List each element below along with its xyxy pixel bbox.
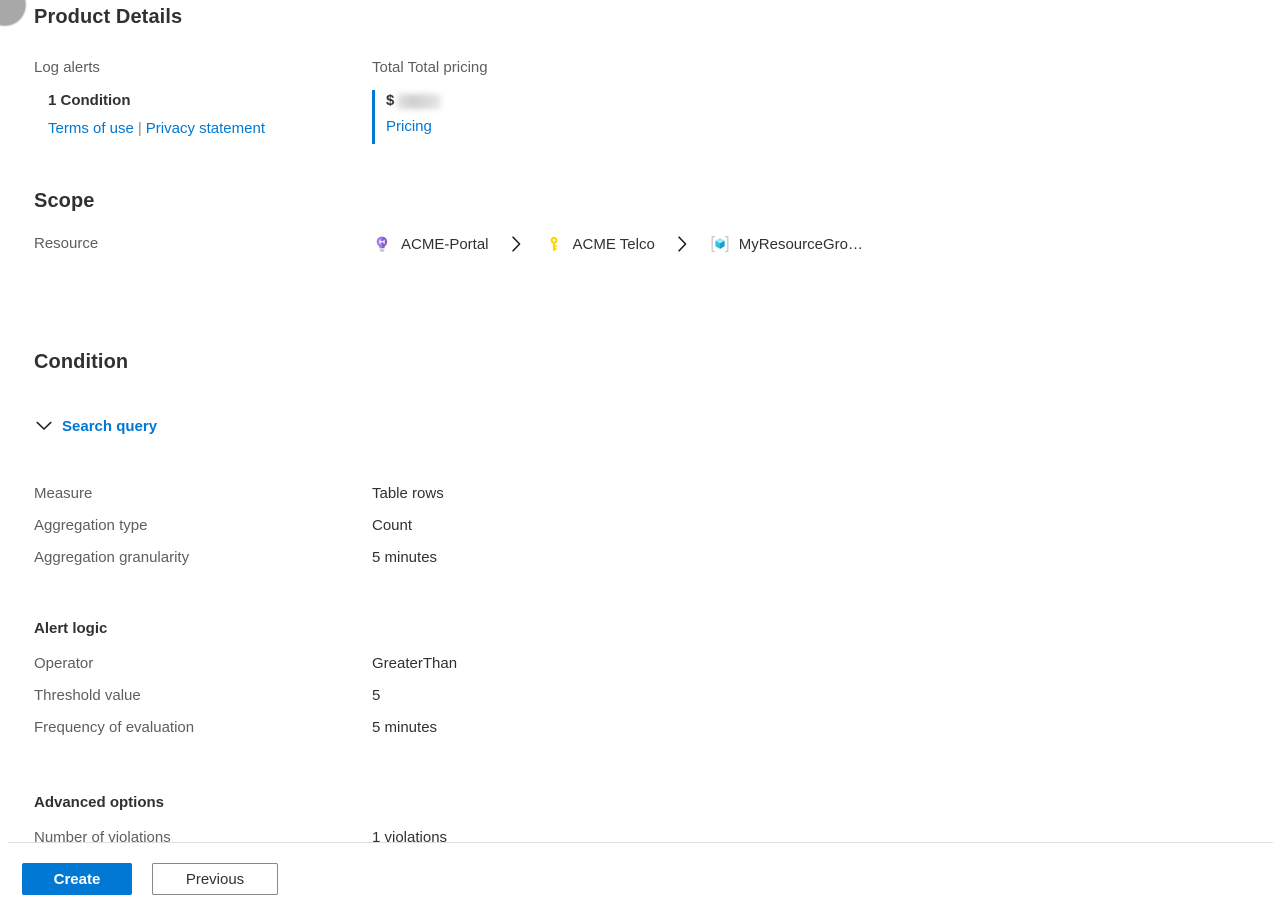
create-button[interactable]: Create — [22, 863, 132, 895]
measure-rows: Measure Table rows Aggregation type Coun… — [34, 478, 1287, 574]
alert-logic-section: Alert logic Operator GreaterThan Thresho… — [34, 620, 1287, 744]
row-label: Threshold value — [34, 687, 141, 704]
pricing-box: $ Pricing — [372, 90, 488, 144]
breadcrumb-item-tenant[interactable]: ACME-Portal — [372, 234, 489, 254]
row-value: 5 minutes — [372, 549, 438, 566]
row-label: Aggregation granularity — [34, 549, 190, 566]
breadcrumb-label-subscription: ACME Telco — [572, 235, 655, 253]
breadcrumb-label-resource-group: MyResourceGro… — [738, 235, 863, 253]
row-operator: Operator GreaterThan — [34, 648, 1287, 680]
row-number-of-violations: Number of violations 1 violations — [34, 822, 1287, 843]
row-value: 1 violations — [372, 829, 448, 843]
resource-group-icon — [710, 234, 730, 254]
row-label: Operator — [34, 655, 94, 672]
product-details-block: Log alerts 1 Condition Terms of use | Priv… — [34, 57, 1287, 144]
row-value: Count — [372, 517, 413, 534]
row-measure: Measure Table rows — [34, 478, 1287, 510]
alert-rule-review-page: Product Details Log alerts 1 Condition T… — [0, 0, 1287, 915]
privacy-statement-link[interactable]: Privacy statement — [146, 120, 265, 137]
resource-label: Resource — [34, 235, 99, 252]
log-alerts-label: Log alerts — [34, 59, 100, 76]
search-query-label: Search query — [62, 417, 158, 435]
redacted-price-value — [397, 93, 442, 109]
total-pricing-label: Total Total pricing — [372, 59, 488, 76]
row-aggregation-type: Aggregation type Count — [34, 510, 1287, 542]
row-label: Frequency of evaluation — [34, 719, 195, 736]
pricing-link[interactable]: Pricing — [386, 118, 432, 135]
breadcrumb-label-tenant: ACME-Portal — [401, 235, 489, 253]
condition-count: 1 Condition — [48, 92, 131, 109]
product-details-title: Product Details — [34, 6, 183, 28]
review-scroll-area[interactable]: Product Details Log alerts 1 Condition T… — [0, 0, 1287, 843]
row-threshold-value: Threshold value 5 — [34, 680, 1287, 712]
advanced-options-title: Advanced options — [34, 794, 165, 811]
row-value: 5 — [372, 687, 381, 704]
resource-row: Resource ACME-Portal ACME Telco MyResour… — [34, 233, 1287, 255]
breadcrumb-item-resource-group[interactable]: MyResourceGro… — [710, 234, 863, 254]
tenant-icon — [372, 234, 392, 254]
previous-button[interactable]: Previous — [152, 863, 278, 895]
row-frequency-of-evaluation: Frequency of evaluation 5 minutes — [34, 712, 1287, 744]
row-value: Table rows — [372, 485, 444, 502]
product-details-right: Total Total pricing $ Pricing — [372, 57, 488, 144]
alert-logic-title: Alert logic — [34, 620, 108, 637]
chevron-right-icon-2 — [677, 236, 688, 252]
row-label: Aggregation type — [34, 517, 148, 534]
scope-breadcrumb: ACME-Portal ACME Telco MyResourceGro… — [372, 234, 863, 254]
legal-links: Terms of use | Privacy statement — [34, 118, 372, 140]
breadcrumb-item-subscription[interactable]: ACME Telco — [544, 234, 655, 254]
condition-title: Condition — [34, 351, 129, 373]
key-icon — [544, 234, 564, 254]
chevron-right-icon — [511, 236, 522, 252]
advanced-options-section: Advanced options Number of violations 1 … — [34, 794, 1287, 843]
terms-of-use-link[interactable]: Terms of use — [48, 120, 134, 137]
page-footer: Create Previous — [0, 843, 1287, 915]
price-amount: $ — [386, 90, 488, 112]
currency-symbol: $ — [386, 92, 395, 109]
row-aggregation-granularity: Aggregation granularity 5 minutes — [34, 542, 1287, 574]
product-details-left: Log alerts 1 Condition Terms of use | Priv… — [34, 57, 372, 144]
search-query-toggle[interactable]: Search query — [34, 416, 157, 436]
row-value: 5 minutes — [372, 719, 438, 736]
scope-section: Scope Resource ACME-Portal ACME Telco My… — [34, 190, 1287, 255]
link-separator: | — [137, 120, 142, 137]
row-value: GreaterThan — [372, 655, 458, 672]
chevron-down-icon — [34, 416, 54, 436]
row-label: Number of violations — [34, 829, 171, 843]
condition-section: Condition Search query Measure Table row… — [34, 351, 1287, 843]
scope-title: Scope — [34, 190, 95, 212]
row-label: Measure — [34, 485, 93, 502]
